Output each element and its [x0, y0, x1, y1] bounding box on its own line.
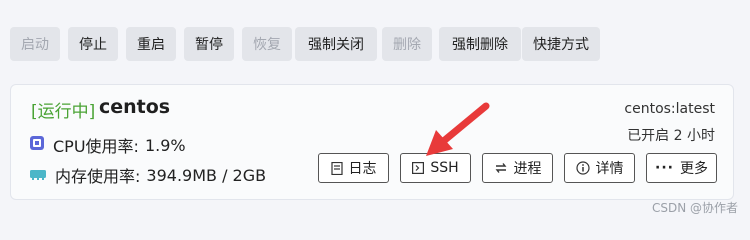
terminal-icon — [412, 162, 425, 174]
stop-button[interactable]: 停止 — [68, 27, 118, 61]
process-label: 进程 — [513, 161, 542, 177]
ssh-button[interactable]: SSH — [400, 153, 471, 183]
cpu-icon — [29, 135, 45, 155]
memory-value: 394.9MB / 2GB — [146, 165, 267, 185]
restart-button[interactable]: 重启 — [126, 27, 176, 61]
document-icon — [330, 161, 343, 175]
info-icon — [575, 161, 590, 175]
force-close-button[interactable]: 强制关闭 — [295, 27, 377, 61]
memory-usage: 内存使用率: 394.9MB / 2GB — [29, 163, 266, 187]
more-button[interactable]: ··· 更多 — [646, 153, 717, 183]
resume-button[interactable]: 恢复 — [242, 27, 292, 61]
delete-button[interactable]: 删除 — [382, 27, 432, 61]
more-label: 更多 — [679, 161, 708, 177]
logs-label: 日志 — [348, 161, 377, 177]
memory-icon — [29, 166, 47, 185]
container-card: [运行中] centos centos:latest 已开启 2 小时 CPU使… — [10, 84, 734, 200]
ellipsis-icon: ··· — [655, 160, 674, 176]
logs-button[interactable]: 日志 — [318, 153, 389, 183]
cpu-value: 1.9% — [144, 135, 186, 155]
cpu-label: CPU使用率: — [53, 137, 139, 156]
image-tag: centos:latest — [624, 101, 715, 117]
watermark: CSDN @协作者 — [651, 201, 738, 215]
pause-button[interactable]: 暂停 — [184, 27, 234, 61]
memory-label: 内存使用率: — [55, 167, 141, 186]
cpu-usage: CPU使用率: 1.9% — [29, 133, 186, 157]
ssh-label: SSH — [430, 160, 459, 176]
shortcut-button[interactable]: 快捷方式 — [522, 27, 600, 61]
start-button[interactable]: 启动 — [10, 27, 60, 61]
process-icon — [495, 163, 506, 173]
uptime-text: 已开启 2 小时 — [627, 128, 715, 144]
force-delete-button[interactable]: 强制删除 — [439, 27, 521, 61]
details-button[interactable]: 详情 — [564, 153, 635, 183]
details-label: 详情 — [595, 161, 624, 177]
container-name: centos — [99, 96, 171, 118]
process-button[interactable]: 进程 — [482, 153, 553, 183]
status-badge: [运行中] — [31, 102, 96, 122]
